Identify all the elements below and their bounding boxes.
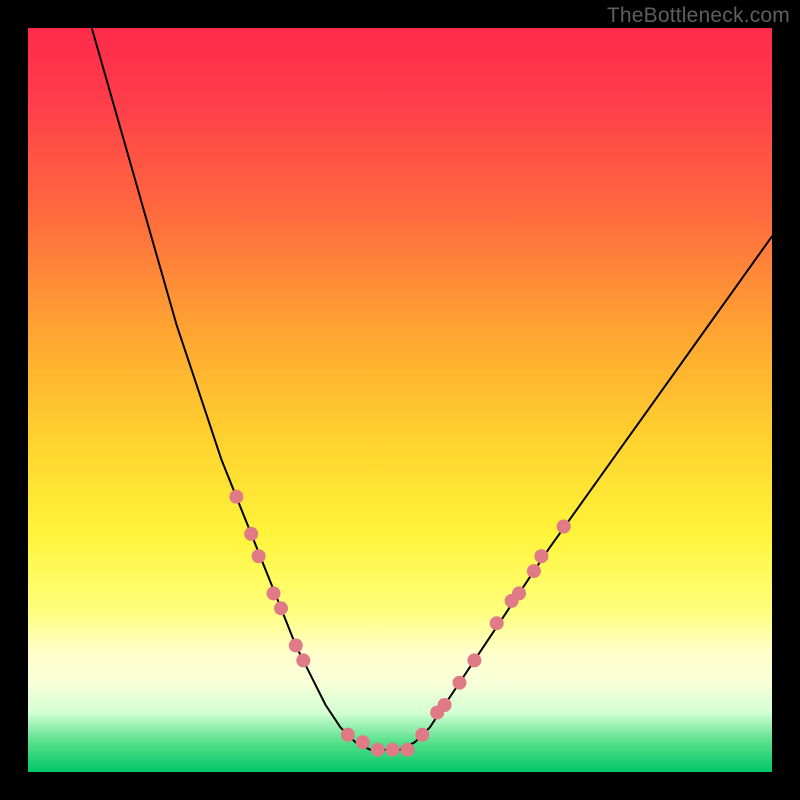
data-marker [534,549,548,563]
data-marker [527,564,541,578]
watermark-text: TheBottleneck.com [607,4,790,28]
data-marker [467,653,481,667]
data-marker [453,676,467,690]
chart-svg [28,28,772,772]
data-marker [289,639,303,653]
data-marker [512,586,526,600]
data-marker [415,728,429,742]
data-marker [371,743,385,757]
chart-plot-area [28,28,772,772]
data-marker [229,490,243,504]
data-marker [557,520,571,534]
bottleneck-curve [88,28,773,750]
data-marker [400,743,414,757]
data-marker [296,653,310,667]
data-marker [244,527,258,541]
chart-frame: TheBottleneck.com [0,0,800,800]
data-marker [490,616,504,630]
data-marker [438,698,452,712]
data-marker [386,743,400,757]
data-marker [274,601,288,615]
data-marker [356,735,370,749]
data-marker [267,586,281,600]
data-marker [252,549,266,563]
data-marker [341,728,355,742]
